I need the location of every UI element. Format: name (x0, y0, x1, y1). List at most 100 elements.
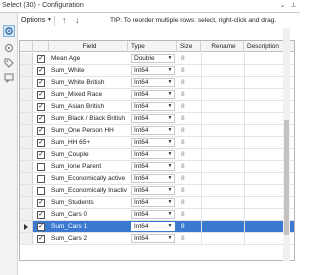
chevron-down-icon[interactable]: ▼ (166, 115, 174, 122)
table-row[interactable]: ✓ Sum_Asian British Int64 ▼ 8 (20, 101, 294, 113)
chevron-down-icon[interactable]: ▼ (166, 175, 174, 182)
type-select[interactable]: Int64 ▼ (131, 138, 175, 147)
include-checkbox[interactable] (37, 163, 45, 171)
size-cell[interactable]: 8 (181, 197, 185, 208)
include-checkbox[interactable]: ✓ (37, 211, 45, 219)
row-selector[interactable] (20, 113, 33, 124)
include-checkbox[interactable]: ✓ (37, 139, 45, 147)
table-row[interactable]: ✓ Mean Age Double ▼ 8 (20, 53, 294, 65)
rename-cell[interactable] (203, 209, 243, 220)
table-row[interactable]: ✓ Sum_Cars 0 Int64 ▼ 8 (20, 209, 294, 221)
rename-cell[interactable] (203, 173, 243, 184)
type-select[interactable]: Int64 ▼ (131, 210, 175, 219)
include-checkbox[interactable]: ✓ (37, 103, 45, 111)
include-checkbox[interactable]: ✓ (37, 67, 45, 75)
size-cell[interactable]: 8 (181, 185, 185, 196)
include-checkbox[interactable]: ✓ (37, 115, 45, 123)
type-select[interactable]: Int64 ▼ (131, 222, 175, 231)
include-checkbox[interactable]: ✓ (37, 91, 45, 99)
arrow-down-icon[interactable]: ↓ (75, 16, 80, 25)
row-selector[interactable] (20, 77, 33, 88)
chevron-down-icon[interactable]: ▼ (166, 211, 174, 218)
column-header-size[interactable]: Size (177, 41, 201, 52)
row-selector[interactable] (20, 233, 33, 244)
rename-cell[interactable] (203, 89, 243, 100)
chevron-down-icon[interactable]: ▼ (166, 127, 174, 134)
rename-cell[interactable] (203, 233, 243, 244)
type-select[interactable]: Int64 ▼ (131, 102, 175, 111)
size-cell[interactable]: 8 (181, 149, 185, 160)
rename-cell[interactable] (203, 149, 243, 160)
type-select[interactable]: Int64 ▼ (131, 198, 175, 207)
table-row[interactable]: ✓ Sum_Black / Black British Int64 ▼ 8 (20, 113, 294, 125)
row-selector[interactable] (20, 149, 33, 160)
chevron-down-icon[interactable]: ▼ (166, 223, 174, 230)
table-row[interactable]: ✓ Sum_White Int64 ▼ 8 (20, 65, 294, 77)
rename-cell[interactable] (203, 65, 243, 76)
chevron-down-icon[interactable]: ▼ (166, 103, 174, 110)
table-row[interactable]: ✓ Sum_Couple Int64 ▼ 8 (20, 149, 294, 161)
size-cell[interactable]: 8 (181, 221, 185, 232)
size-cell[interactable]: 8 (181, 77, 185, 88)
minimize-icon[interactable]: ⌄ (278, 1, 287, 10)
rename-cell[interactable] (203, 161, 243, 172)
chevron-down-icon[interactable]: ▼ (166, 139, 174, 146)
chevron-down-icon[interactable]: ▼ (166, 163, 174, 170)
rename-cell[interactable] (203, 77, 243, 88)
size-cell[interactable]: 8 (181, 233, 185, 244)
include-checkbox[interactable]: ✓ (37, 151, 45, 159)
type-select[interactable]: Int64 ▼ (131, 162, 175, 171)
tag-icon[interactable] (3, 57, 15, 69)
row-selector[interactable] (20, 197, 33, 208)
row-selector[interactable] (20, 101, 33, 112)
rename-cell[interactable] (203, 101, 243, 112)
chevron-down-icon[interactable]: ▼ (166, 91, 174, 98)
table-row[interactable]: Sum_lone Parent Int64 ▼ 8 (20, 161, 294, 173)
scrollbar-thumb[interactable] (284, 120, 289, 235)
row-selector[interactable] (20, 185, 33, 196)
include-checkbox[interactable] (37, 187, 45, 195)
pin-icon[interactable]: ⊥ (289, 1, 298, 10)
chevron-down-icon[interactable]: ▼ (166, 55, 174, 62)
arrow-up-icon[interactable]: ↑ (62, 16, 67, 25)
table-row[interactable]: ✓ Sum_Cars 1 Int64 ▼ 8 (20, 221, 294, 233)
size-cell[interactable]: 8 (181, 209, 185, 220)
chevron-down-icon[interactable]: ▼ (166, 199, 174, 206)
table-row[interactable]: ✓ Sum_Cars 2 Int64 ▼ 8 (20, 233, 294, 245)
table-row[interactable]: ✓ Sum_Students Int64 ▼ 8 (20, 197, 294, 209)
table-row[interactable]: ✓ Sum_White British Int64 ▼ 8 (20, 77, 294, 89)
include-checkbox[interactable]: ✓ (37, 235, 45, 243)
rename-cell[interactable] (203, 185, 243, 196)
row-selector[interactable] (20, 53, 33, 64)
size-cell[interactable]: 8 (181, 101, 185, 112)
type-select[interactable]: Int64 ▼ (131, 234, 175, 243)
type-select[interactable]: Double ▼ (131, 54, 175, 63)
size-cell[interactable]: 8 (181, 161, 185, 172)
size-cell[interactable]: 8 (181, 65, 185, 76)
size-cell[interactable]: 8 (181, 137, 185, 148)
column-header-type[interactable]: Type (128, 41, 177, 52)
connection-icon[interactable] (3, 42, 15, 54)
include-checkbox[interactable]: ✓ (37, 223, 45, 231)
type-select[interactable]: Int64 ▼ (131, 126, 175, 135)
rename-cell[interactable] (203, 125, 243, 136)
size-cell[interactable]: 8 (181, 89, 185, 100)
include-checkbox[interactable]: ✓ (37, 79, 45, 87)
chevron-down-icon[interactable]: ▼ (166, 67, 174, 74)
table-row[interactable]: Sum_Economically active Int64 ▼ 8 (20, 173, 294, 185)
size-cell[interactable]: 8 (181, 113, 185, 124)
table-row[interactable]: ✓ Sum_Mixed Race Int64 ▼ 8 (20, 89, 294, 101)
rename-cell[interactable] (203, 221, 243, 232)
options-menu[interactable]: Options (21, 17, 45, 24)
include-checkbox[interactable] (37, 175, 45, 183)
type-select[interactable]: Int64 ▼ (131, 90, 175, 99)
table-row[interactable]: ✓ Sum_One Person HH Int64 ▼ 8 (20, 125, 294, 137)
gear-icon[interactable] (3, 25, 15, 37)
rename-cell[interactable] (203, 53, 243, 64)
row-selector[interactable] (20, 65, 33, 76)
type-select[interactable]: Int64 ▼ (131, 150, 175, 159)
chevron-down-icon[interactable]: ▼ (166, 151, 174, 158)
row-selector[interactable] (20, 209, 33, 220)
rename-cell[interactable] (203, 137, 243, 148)
chevron-down-icon[interactable]: ▼ (166, 79, 174, 86)
